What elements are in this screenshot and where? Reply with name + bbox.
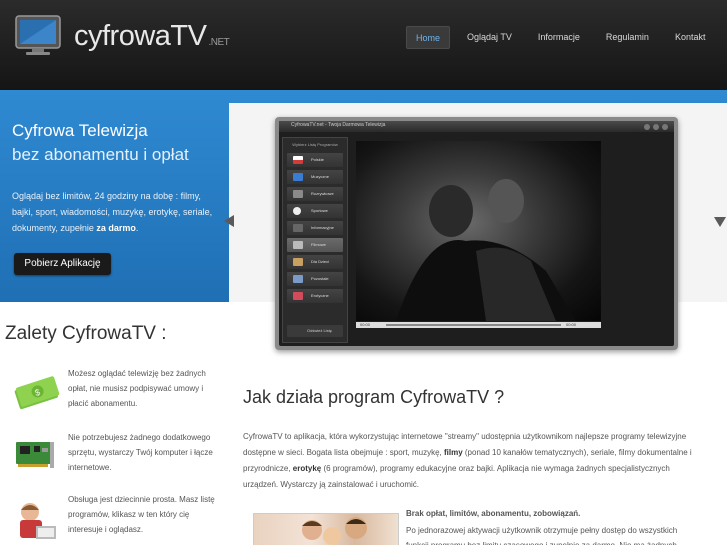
channel-label: Sportowe [311,208,328,213]
slider-next-arrow-icon[interactable] [714,217,726,227]
close-icon [662,124,668,130]
refresh-list-button: Odśwież Listę [287,325,343,337]
kids-icon [293,258,303,266]
channel-item-informacyjne: Informacyjne [287,221,343,235]
slider-prev-arrow-icon[interactable] [224,215,234,227]
app-screenshot: CyfrowaTV.net - Twoja Darmowa Telewizja … [275,117,678,350]
channel-label: Dla Dzieci [311,259,330,264]
channel-label: Filmowe [311,242,326,247]
channel-item-erotyczne: Erotyczne [287,289,343,303]
channel-item-polskie: Polskie [287,153,343,167]
maximize-icon [653,124,659,130]
download-app-button[interactable]: Pobierz Aplikację [14,253,111,275]
channel-label: Polskie [311,157,324,162]
nav-ogladaj-tv[interactable]: Oglądaj TV [458,26,521,49]
ball-icon [293,207,301,215]
flag-icon [293,156,303,164]
app-channel-sidebar: Wybierz Listę Programów Polskie Muzyczne… [282,137,348,343]
channel-label: Erotyczne [311,293,329,298]
hero-description: Oglądaj bez limitów, 24 godziny na dobę … [12,188,217,236]
money-icon: $ [14,376,60,410]
minimize-icon [644,124,650,130]
time-left: 00:00 [360,322,371,327]
nav-home[interactable]: Home [406,26,451,49]
how-it-works-description: CyfrowaTV to aplikacja, która wykorzystu… [243,429,693,493]
feature-text-easy: Obsługa jest dziecinnie prosta. Masz lis… [68,495,215,534]
time-right: 00:00 [566,322,577,327]
other-icon [293,275,303,283]
channel-label: Informacyjne [311,225,334,230]
channel-label: Rozrywkowe [311,191,334,196]
video-progress-bar [386,324,561,326]
video-frame-image [396,179,576,321]
hero-title: Cyfrowa Telewizja [12,121,148,140]
main-nav: Home Oglądaj TV Informacje Regulamin Kon… [406,26,722,49]
nav-informacje[interactable]: Informacje [529,26,589,49]
nav-regulamin[interactable]: Regulamin [597,26,658,49]
video-controls: 00:00 00:00 [356,322,601,328]
hero-description-bold: za darmo [96,223,136,233]
news-icon [293,224,303,232]
app-window: CyfrowaTV.net - Twoja Darmowa Telewizja … [279,121,674,346]
family-photo-image [302,517,367,545]
app-titlebar: CyfrowaTV.net - Twoja Darmowa Telewizja [279,121,674,132]
no-fees-description: Po jednorazowej aktywacji użytkownik otr… [406,526,678,545]
zalety-title: Zalety CyfrowaTV : [5,323,167,344]
channel-label: Pozostałe [311,276,329,281]
channel-item-filmowe: Filmowe [287,238,343,252]
feature-text-no-fees: Możesz oglądać telewizję bez żadnych opł… [68,369,206,408]
desc-bold: erotykę [292,464,322,473]
family-photo [253,513,399,545]
nav-kontakt[interactable]: Kontakt [666,26,715,49]
channel-item-sportowe: Sportowe [287,204,343,218]
header: cyfrowaTV .NET Home Oglądaj TV Informacje… [0,0,727,90]
channel-label: Muzyczne [311,174,330,179]
channel-item-muzyczne: Muzyczne [287,170,343,184]
video-player [356,141,601,321]
channel-item-pozostale: Pozostałe [287,272,343,286]
app-sidebar-header: Wybierz Listę Programów [292,142,338,147]
channel-item-dla-dzieci: Dla Dzieci [287,255,343,269]
heart-icon [293,292,303,300]
desc-bold: filmy [444,448,463,457]
hero-subtitle: bez abonamentu i opłat [12,145,189,164]
logo-name: cyfrowaTV [74,20,207,52]
child-icon [20,503,56,539]
feature-text-no-hardware: Nie potrzebujesz żadnego dodatkowego spr… [68,433,213,472]
app-window-title: CyfrowaTV.net - Twoja Darmowa Telewizja [291,122,386,128]
no-fees-title: Brak opłat, limitów, abonamentu, zobowią… [406,509,581,518]
hero-description-end: . [135,223,139,233]
refresh-label: Odśwież Listę [307,328,332,333]
tv-icon [293,190,303,198]
logo-suffix: .NET [208,37,230,48]
logo-text[interactable]: cyfrowaTV .NET [74,20,230,53]
tv-logo-icon[interactable] [14,14,62,56]
music-note-icon [293,173,303,181]
tv-card-icon [16,442,54,468]
channel-item-rozrywkowe: Rozrywkowe [287,187,343,201]
film-icon [293,241,303,249]
how-it-works-title: Jak działa program CyfrowaTV ? [243,387,505,407]
